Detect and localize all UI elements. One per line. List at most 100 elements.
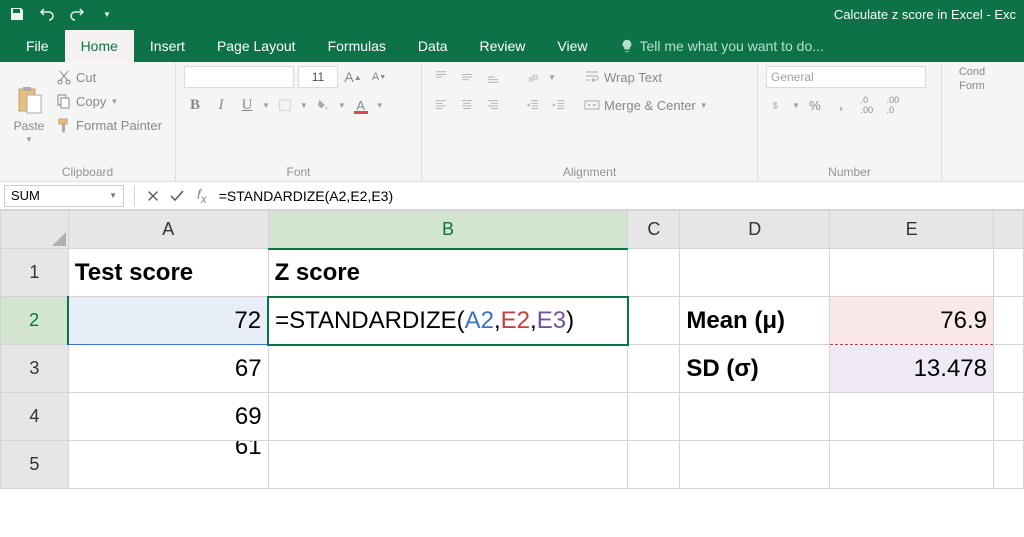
tab-formulas[interactable]: Formulas xyxy=(312,30,402,62)
cell-d3[interactable]: SD (σ) xyxy=(680,345,830,393)
cell-e4[interactable] xyxy=(830,393,994,441)
italic-button[interactable]: I xyxy=(210,94,232,116)
cell-f5[interactable] xyxy=(993,441,1023,489)
fill-color-icon[interactable] xyxy=(312,94,334,116)
row-header-1[interactable]: 1 xyxy=(1,249,69,297)
cell-e5[interactable] xyxy=(830,441,994,489)
cell-a1[interactable]: Test score xyxy=(68,249,268,297)
tab-insert[interactable]: Insert xyxy=(134,30,201,62)
column-header-d[interactable]: D xyxy=(680,211,830,249)
chevron-down-icon[interactable]: ▼ xyxy=(548,73,556,82)
cell-a3[interactable]: 67 xyxy=(68,345,268,393)
tab-file[interactable]: File xyxy=(10,30,65,62)
conditional-formatting-button[interactable]: Cond Form xyxy=(950,66,994,92)
cell-b5[interactable] xyxy=(268,441,628,489)
cancel-formula-button[interactable] xyxy=(141,184,165,208)
increase-decimal-icon[interactable]: .0.00 xyxy=(856,94,878,116)
cell-c4[interactable] xyxy=(628,393,680,441)
format-painter-button[interactable]: Format Painter xyxy=(56,114,162,136)
cut-button[interactable]: Cut xyxy=(56,66,162,88)
save-icon[interactable] xyxy=(8,5,26,23)
underline-button[interactable]: U xyxy=(236,94,258,116)
row-header-2[interactable]: 2 xyxy=(1,297,69,345)
font-color-icon[interactable]: A xyxy=(350,94,372,116)
cell-d5[interactable] xyxy=(680,441,830,489)
cell-c2[interactable] xyxy=(628,297,680,345)
cell-e3[interactable]: 13.478 xyxy=(830,345,994,393)
cell-c5[interactable] xyxy=(628,441,680,489)
tab-view[interactable]: View xyxy=(541,30,603,62)
cell-f4[interactable] xyxy=(993,393,1023,441)
column-header-b[interactable]: B xyxy=(268,211,628,249)
row-header-4[interactable]: 4 xyxy=(1,393,69,441)
chevron-down-icon[interactable]: ▼ xyxy=(338,101,346,110)
number-format-select[interactable] xyxy=(766,66,926,88)
column-header-c[interactable]: C xyxy=(628,211,680,249)
align-bottom-icon[interactable] xyxy=(482,66,504,88)
copy-button[interactable]: Copy ▼ xyxy=(56,90,162,112)
comma-icon[interactable]: , xyxy=(830,94,852,116)
column-header-e[interactable]: E xyxy=(830,211,994,249)
percent-icon[interactable]: % xyxy=(804,94,826,116)
currency-icon[interactable]: $ xyxy=(766,94,788,116)
cell-e2[interactable]: 76.9 xyxy=(830,297,994,345)
column-header-cut[interactable] xyxy=(993,211,1023,249)
cell-f1[interactable] xyxy=(993,249,1023,297)
tab-review[interactable]: Review xyxy=(464,30,542,62)
cell-f3[interactable] xyxy=(993,345,1023,393)
decrease-decimal-icon[interactable]: .00.0 xyxy=(882,94,904,116)
enter-formula-button[interactable] xyxy=(165,184,189,208)
cell-e1[interactable] xyxy=(830,249,994,297)
merge-center-button[interactable]: Merge & Center ▼ xyxy=(584,94,708,116)
chevron-down-icon[interactable]: ▼ xyxy=(376,101,384,110)
borders-icon[interactable] xyxy=(274,94,296,116)
cell-d2[interactable]: Mean (μ) xyxy=(680,297,830,345)
font-name-select[interactable] xyxy=(184,66,294,88)
cell-d4[interactable] xyxy=(680,393,830,441)
cell-d1[interactable] xyxy=(680,249,830,297)
cell-a2[interactable]: 72 xyxy=(68,297,268,345)
tell-me-search[interactable]: Tell me what you want to do... xyxy=(604,30,840,62)
select-all-corner[interactable] xyxy=(1,211,69,249)
cell-f2[interactable] xyxy=(993,297,1023,345)
row-header-3[interactable]: 3 xyxy=(1,345,69,393)
tab-home[interactable]: Home xyxy=(65,30,134,62)
undo-icon[interactable] xyxy=(38,5,56,23)
customize-qat-icon[interactable]: ▼ xyxy=(98,5,116,23)
fx-icon[interactable]: fx xyxy=(197,186,207,206)
paste-button[interactable]: Paste ▼ xyxy=(8,66,50,163)
chevron-down-icon[interactable]: ▼ xyxy=(792,101,800,110)
chevron-down-icon[interactable]: ▼ xyxy=(300,101,308,110)
cell-b2-editing[interactable]: =STANDARDIZE(A2,E2,E3) xyxy=(268,297,628,345)
align-right-icon[interactable] xyxy=(482,94,504,116)
tab-page-layout[interactable]: Page Layout xyxy=(201,30,312,62)
decrease-font-icon[interactable]: A▼ xyxy=(368,66,390,88)
align-left-icon[interactable] xyxy=(430,94,452,116)
increase-indent-icon[interactable] xyxy=(548,94,570,116)
align-center-icon[interactable] xyxy=(456,94,478,116)
column-header-a[interactable]: A xyxy=(68,211,268,249)
decrease-indent-icon[interactable] xyxy=(522,94,544,116)
row-header-5[interactable]: 5 xyxy=(1,441,69,489)
align-middle-icon[interactable] xyxy=(456,66,478,88)
paste-label: Paste xyxy=(14,119,45,133)
redo-icon[interactable] xyxy=(68,5,86,23)
increase-font-icon[interactable]: A▲ xyxy=(342,66,364,88)
tab-data[interactable]: Data xyxy=(402,30,464,62)
cell-b3[interactable] xyxy=(268,345,628,393)
cell-a4[interactable]: 69 xyxy=(68,393,268,441)
wrap-text-label: Wrap Text xyxy=(604,70,662,85)
cell-b4[interactable] xyxy=(268,393,628,441)
orientation-icon[interactable]: ab xyxy=(522,66,544,88)
align-top-icon[interactable] xyxy=(430,66,452,88)
font-size-select[interactable] xyxy=(298,66,338,88)
wrap-text-button[interactable]: Wrap Text xyxy=(584,66,708,88)
cell-b1[interactable]: Z score xyxy=(268,249,628,297)
cell-a5[interactable]: 61 xyxy=(68,441,268,489)
cell-c3[interactable] xyxy=(628,345,680,393)
chevron-down-icon[interactable]: ▼ xyxy=(262,101,270,110)
formula-input[interactable]: =STANDARDIZE(A2,E2,E3) xyxy=(215,188,1024,204)
cell-c1[interactable] xyxy=(628,249,680,297)
bold-button[interactable]: B xyxy=(184,94,206,116)
name-box[interactable]: SUM ▼ xyxy=(4,185,124,207)
